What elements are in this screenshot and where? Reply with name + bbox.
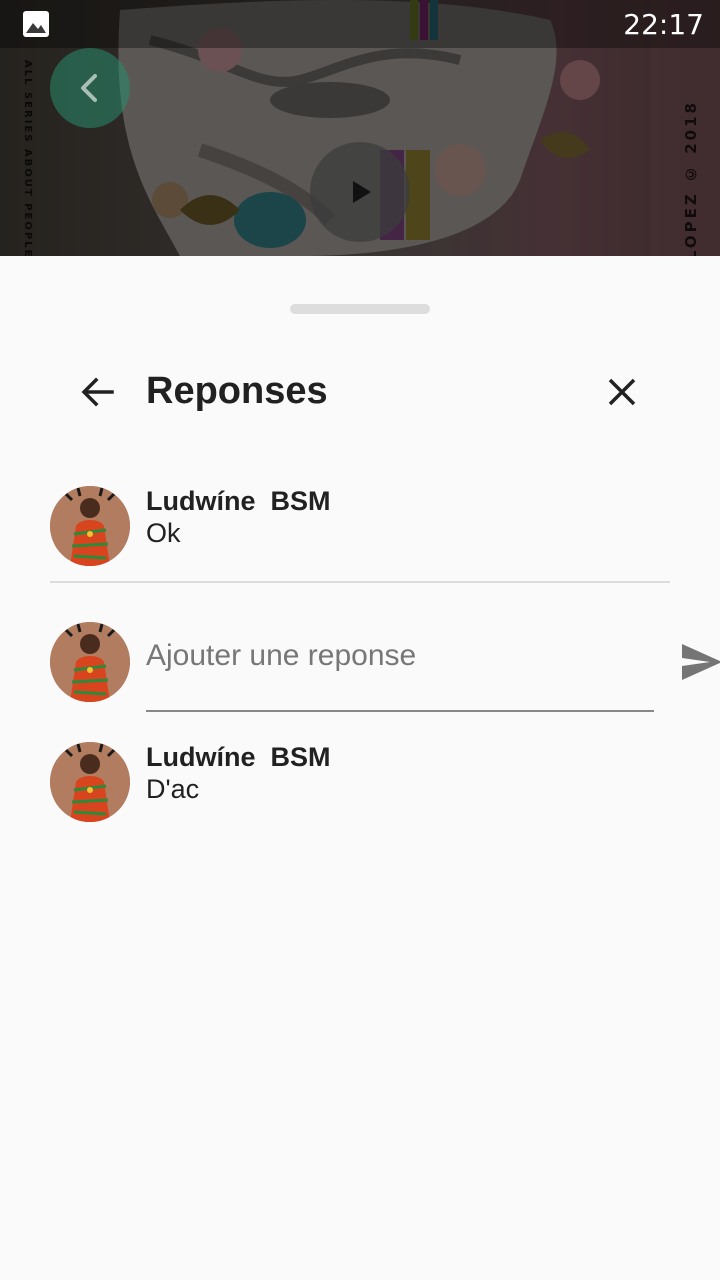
close-icon: [608, 378, 636, 406]
video-side-text-left: ALL SERIES ABOUT PEOPLE AR: [22, 60, 33, 256]
play-button[interactable]: [310, 142, 410, 242]
image-icon: [23, 11, 49, 37]
compose-row: [50, 622, 720, 712]
send-icon: [682, 644, 720, 680]
sheet-drag-handle[interactable]: [290, 304, 430, 314]
reply-text: D'ac: [146, 774, 200, 804]
sheet-header: Reponses: [0, 356, 720, 428]
reply-item: Ludwíne BSM Ok: [50, 486, 670, 568]
reply-author: Ludwíne BSM: [146, 742, 331, 772]
video-player[interactable]: ALL SERIES ABOUT PEOPLE AR LOPEZ © 2018 …: [0, 0, 720, 256]
replies-sheet: Reponses Ludwíne BSM Ok Ajouter une repo…: [0, 256, 720, 1280]
avatar[interactable]: [50, 622, 130, 702]
reply-author: Ludwíne BSM: [146, 486, 331, 516]
reply-input-container: [146, 622, 720, 712]
send-button[interactable]: [676, 636, 720, 688]
reply-text: Ok: [146, 518, 181, 548]
divider: [50, 581, 670, 583]
video-side-text-right: LOPEZ © 2018: [682, 100, 700, 256]
status-bar: 22:17: [0, 0, 720, 48]
avatar-image: [50, 742, 130, 822]
back-button[interactable]: [70, 364, 126, 420]
avatar-image: [50, 622, 130, 702]
arrow-left-icon: [81, 377, 114, 407]
avatar-image: [50, 486, 130, 566]
play-icon: [353, 181, 371, 203]
video-back-button[interactable]: [50, 48, 130, 128]
status-time: 22:17: [623, 7, 704, 41]
close-button[interactable]: [594, 364, 650, 420]
page-title: Reponses: [146, 370, 328, 412]
avatar[interactable]: [50, 742, 130, 822]
reply-item: Ludwíne BSM D'ac: [50, 742, 670, 824]
avatar[interactable]: [50, 486, 130, 566]
chevron-left-icon: [81, 74, 97, 102]
reply-input[interactable]: [146, 634, 566, 678]
